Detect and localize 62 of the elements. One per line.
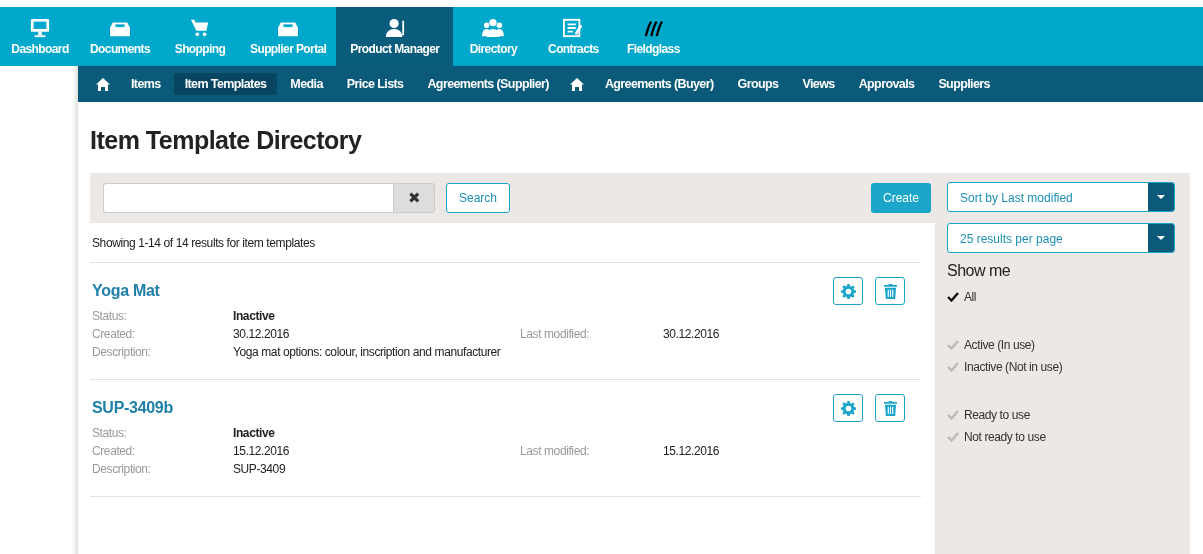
gear-icon — [840, 400, 856, 416]
filter-option[interactable]: Ready to use — [947, 404, 1178, 426]
page-title: Item Template Directory — [90, 125, 363, 156]
sub-nav-tab[interactable]: Price Lists — [335, 73, 415, 95]
field-label: Status: — [92, 309, 128, 323]
field-label: Last modified: — [520, 444, 591, 458]
caret-icon — [1157, 236, 1165, 240]
gear-icon — [840, 283, 856, 299]
monitor-icon — [29, 17, 51, 38]
clear-button[interactable]: ✖ — [393, 183, 435, 213]
sub-nav-tab[interactable]: Media — [279, 73, 334, 95]
person-icon — [383, 17, 406, 38]
top-nav-tab[interactable]: Product Manager — [336, 7, 454, 66]
trash-icon — [883, 400, 897, 416]
template-name-link[interactable]: Yoga Mat — [92, 282, 160, 300]
filter-option[interactable]: All — [947, 286, 1178, 308]
search-field[interactable] — [103, 183, 393, 213]
page-size-dropdown[interactable]: 25 results per page — [947, 223, 1175, 253]
filter-option[interactable]: Inactive (Not in use) — [947, 356, 1178, 378]
filter-option[interactable]: Not ready to use — [947, 426, 1178, 448]
created-date: 30.12.2016 — [233, 327, 291, 341]
check-icon — [947, 410, 959, 420]
document-icon — [562, 17, 585, 38]
check-icon — [947, 362, 959, 372]
check-icon — [947, 340, 959, 350]
field-label: Description: — [92, 462, 152, 476]
search-button[interactable]: Search — [446, 183, 511, 213]
template-name-link[interactable]: SUP-3409b — [92, 399, 173, 417]
results-summary: Showing 1-14 of 14 results for item templates — [90, 223, 921, 263]
field-label: Description: — [92, 345, 152, 359]
settings-button[interactable] — [833, 394, 863, 422]
field-label: Created: — [92, 444, 136, 458]
delete-button[interactable] — [875, 394, 905, 422]
sub-nav-tab[interactable]: Suppliers — [927, 73, 1001, 95]
settings-button[interactable] — [833, 277, 863, 305]
description-text: SUP-3409 — [233, 462, 287, 476]
status-value: Inactive — [233, 309, 276, 323]
cart-icon — [189, 17, 211, 38]
field-label: Created: — [92, 327, 136, 341]
field-label: Status: — [92, 426, 128, 440]
created-date: 15.12.2016 — [233, 444, 291, 458]
status-value: Inactive — [233, 426, 276, 440]
sub-nav-tab[interactable]: Groups — [726, 73, 790, 95]
sub-nav-tab[interactable]: Views — [791, 73, 846, 95]
delete-button[interactable] — [875, 277, 905, 305]
sub-nav-tab[interactable]: Agreements (Buyer) — [593, 73, 725, 95]
filter-option[interactable]: Active (In use) — [947, 334, 1178, 356]
check-icon — [947, 292, 959, 302]
sub-nav-tab[interactable]: Item Templates — [173, 73, 278, 95]
caret-icon — [1157, 195, 1165, 199]
modified-date: 30.12.2016 — [663, 327, 721, 341]
sub-nav-tab[interactable]: Items — [120, 73, 172, 95]
sub-nav-tab[interactable]: Approvals — [847, 73, 926, 95]
description-text: Yoga mat options: colour, inscription and manufacturer — [233, 345, 502, 359]
filter-heading: Show me — [947, 262, 1012, 280]
modified-date: 15.12.2016 — [663, 444, 721, 458]
sort-dropdown[interactable]: Sort by Last modified — [947, 182, 1175, 212]
people-icon — [482, 17, 505, 38]
field-label: Last modified: — [520, 327, 591, 341]
check-icon — [947, 432, 959, 442]
sub-nav-tab[interactable]: Agreements (Supplier) — [416, 73, 560, 95]
trash-icon — [883, 283, 897, 299]
